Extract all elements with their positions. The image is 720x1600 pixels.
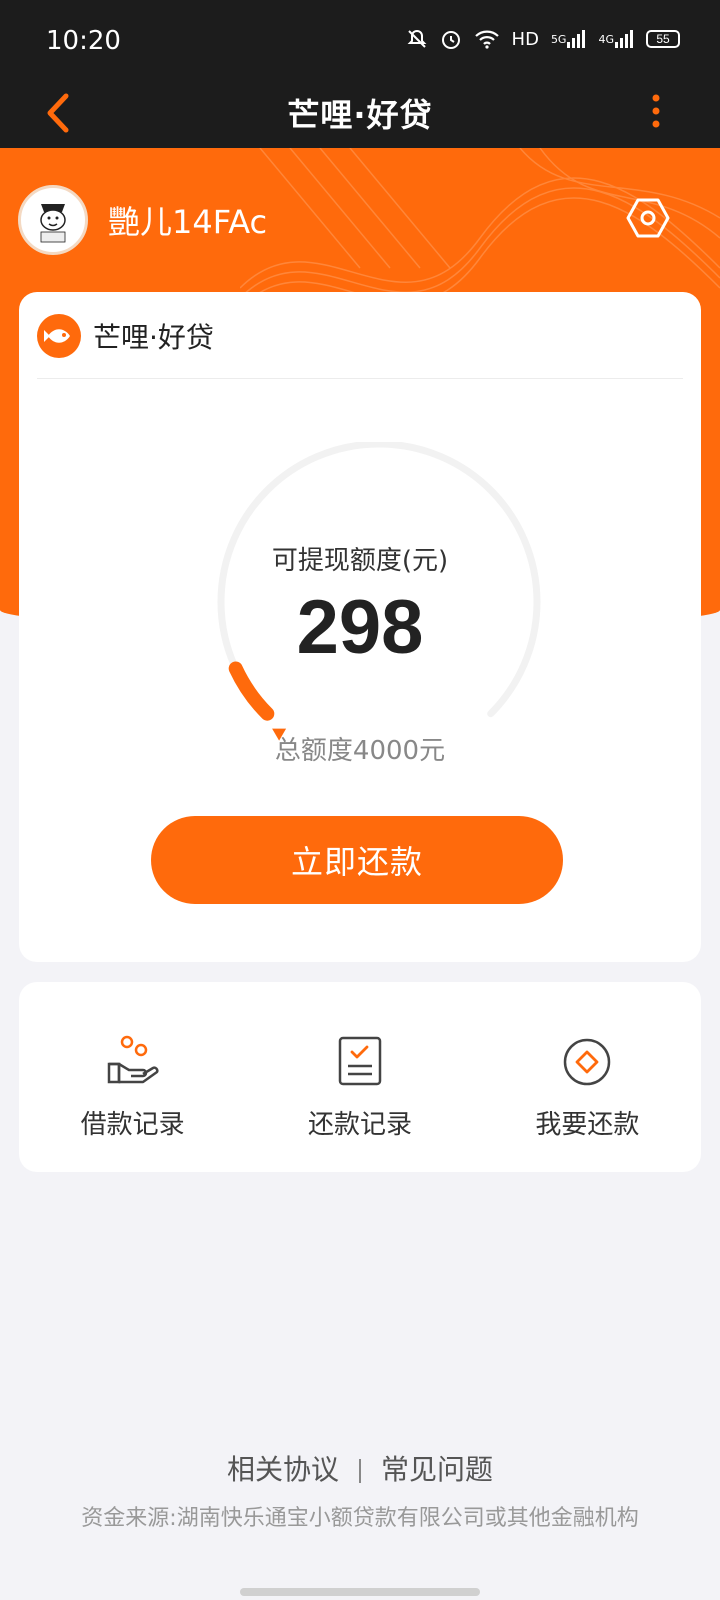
repay-now-button[interactable]: 立即还款 <box>151 816 563 904</box>
i-want-repay-button[interactable]: 我要还款 <box>474 982 701 1172</box>
loan-records-button[interactable]: 借款记录 <box>19 982 246 1172</box>
brand-fish-icon <box>37 314 81 358</box>
gauge-fill <box>228 661 275 721</box>
checklist-icon <box>338 1036 382 1086</box>
credit-card-panel: 芒哩·好贷 可提现额度(元) 298 总额度4000元 立即还款 <box>19 292 701 962</box>
signal-4g-icon: 4G <box>598 30 634 48</box>
repay-records-label: 还款记录 <box>307 1110 412 1140</box>
user-row: 艷儿14FAc <box>18 184 267 256</box>
status-time: 10:20 <box>46 26 121 56</box>
page-title: 芒哩·好贷 <box>287 96 433 134</box>
status-bar: 10:20 HD 5G 4G 55 <box>0 0 720 80</box>
mute-bell-icon <box>406 28 428 50</box>
repay-records-button[interactable]: 还款记录 <box>246 982 473 1172</box>
available-amount: 298 <box>296 585 424 670</box>
total-credit: 总额度4000元 <box>274 736 446 766</box>
nav-bar: 芒哩·好贷 <box>0 80 720 148</box>
signal-5g-icon: 5G <box>551 30 587 48</box>
alarm-icon <box>440 28 462 50</box>
i-want-repay-label: 我要还款 <box>535 1110 640 1140</box>
more-vertical-icon <box>652 94 660 128</box>
signal-5g-label: 5G <box>550 32 567 46</box>
available-label: 可提现额度(元) <box>271 546 449 576</box>
more-button[interactable] <box>646 88 666 134</box>
home-indicator[interactable] <box>240 1588 480 1596</box>
divider <box>37 378 683 379</box>
status-icons: HD 5G 4G 55 <box>406 28 680 50</box>
footer-separator <box>359 1459 361 1483</box>
diamond-circle-icon <box>564 1038 611 1086</box>
fund-source-note: 资金来源:湖南快乐通宝小额贷款有限公司或其他金融机构 <box>81 1506 639 1531</box>
shortcuts-panel: 借款记录 还款记录 我要还款 <box>19 982 701 1172</box>
avatar[interactable] <box>18 185 88 255</box>
settings-button[interactable] <box>626 196 670 240</box>
agreements-link[interactable]: 相关协议 <box>227 1453 339 1486</box>
faq-link[interactable]: 常见问题 <box>381 1453 493 1486</box>
brand-name: 芒哩·好贷 <box>93 321 214 354</box>
signal-4g-label: 4G <box>598 32 614 46</box>
gauge-track <box>217 442 541 718</box>
loan-records-label: 借款记录 <box>80 1110 185 1140</box>
coins-hand-icon <box>107 1035 159 1084</box>
card-header: 芒哩·好贷 <box>37 312 214 360</box>
wifi-icon <box>474 29 500 49</box>
avatar-cartoon-icon <box>24 191 82 249</box>
username: 艷儿14FAc <box>108 203 268 241</box>
battery-icon: 55 <box>646 30 680 48</box>
network-label: HD <box>511 28 539 50</box>
footer-links: 相关协议 常见问题 <box>0 1448 720 1488</box>
settings-hexagon-icon <box>626 198 670 238</box>
